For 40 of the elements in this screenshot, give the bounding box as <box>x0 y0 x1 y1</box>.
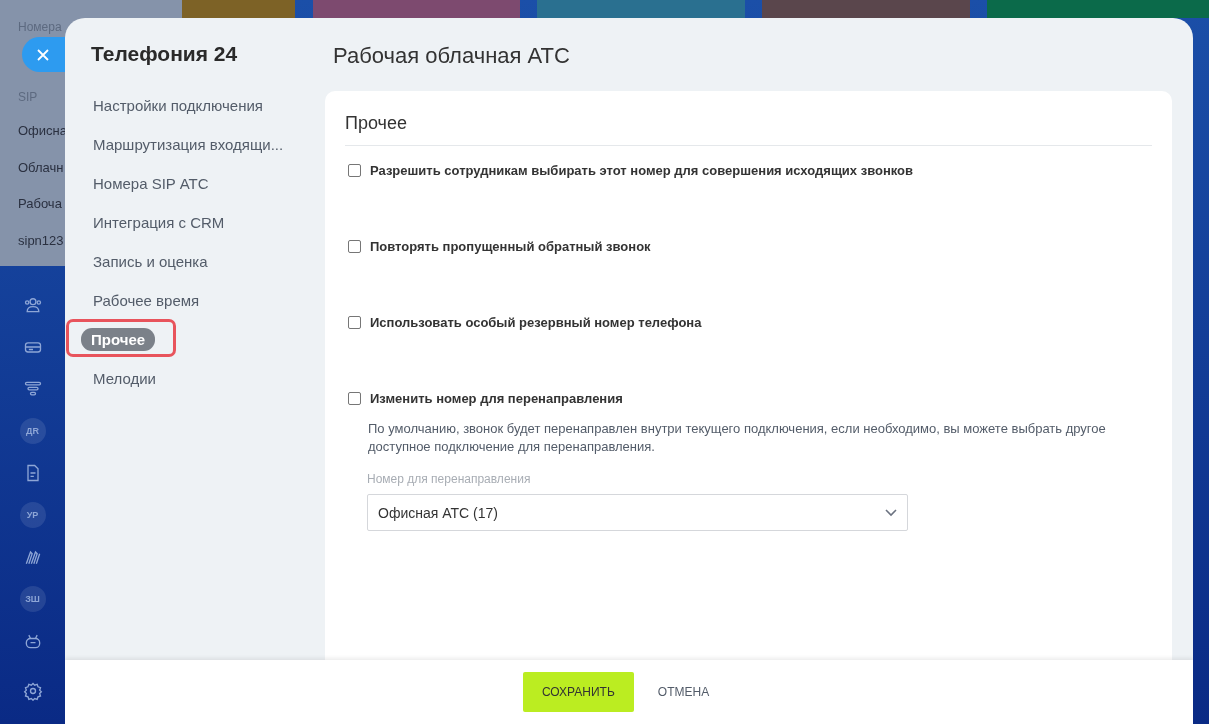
page-title: Рабочая облачная АТС <box>332 42 571 70</box>
nav-item[interactable]: Интеграция с CRM <box>91 211 227 234</box>
option-label[interactable]: Разрешить сотрудникам выбирать этот номер для совершения исходящих звонков <box>370 163 914 178</box>
popup-item[interactable]: sipn123 <box>18 233 64 248</box>
save-button[interactable]: СОХРАНИТЬ <box>522 672 634 712</box>
rail-badge[interactable]: ДR <box>19 418 46 444</box>
checkbox[interactable] <box>348 164 361 177</box>
popup-item[interactable]: Облачн <box>18 160 64 175</box>
close-icon <box>37 48 49 61</box>
funnel-icon[interactable] <box>22 379 43 399</box>
checkbox[interactable] <box>348 316 361 329</box>
app-tile[interactable] <box>762 0 970 18</box>
field-label: Номер для перенаправления <box>367 472 532 486</box>
nav-item[interactable]: Настройки подключения <box>91 94 265 117</box>
rail-badge[interactable]: УР <box>19 502 46 528</box>
app-tile[interactable] <box>537 0 745 18</box>
checkbox[interactable] <box>348 392 361 405</box>
nav-item[interactable]: Рабочее время <box>91 289 202 312</box>
app-tile[interactable] <box>987 0 1209 18</box>
option-label[interactable]: Изменить номер для перенаправления <box>370 391 623 406</box>
nav-item[interactable]: Мелодии <box>91 367 158 390</box>
nav-item[interactable]: Маршрутизация входящи... <box>91 133 286 156</box>
section-title: Прочее <box>345 113 1152 146</box>
option-description: По умолчанию, звонок будет перенаправлен внутри текущего подключения, если необходимо, вы можете выбрать другое доступное подключение для перенаправления. <box>368 420 1107 456</box>
checkbox[interactable] <box>348 240 361 253</box>
chevron-down-icon <box>885 508 897 517</box>
nav-item[interactable]: Запись и оценка <box>91 250 210 273</box>
cancel-button[interactable]: ОТМЕНА <box>651 681 716 703</box>
option-label[interactable]: Повторять пропущенный обратный звонок <box>370 239 651 254</box>
app-tile[interactable] <box>313 0 520 18</box>
app-tile[interactable] <box>182 0 295 18</box>
slider-title: Телефония 24 <box>91 42 239 66</box>
popup-item[interactable]: Рабоча <box>18 196 62 211</box>
nav-item[interactable]: Номера SIP АТС <box>91 172 211 195</box>
nav-item[interactable]: Прочее <box>81 328 156 351</box>
settings-icon[interactable] <box>22 681 43 701</box>
rail-badge[interactable]: ЗШ <box>19 586 46 612</box>
people-icon[interactable] <box>22 295 43 315</box>
option-label[interactable]: Использовать особый резервный номер телефона <box>370 315 702 330</box>
redirect-select[interactable]: Офисная АТС (17) <box>367 494 908 531</box>
